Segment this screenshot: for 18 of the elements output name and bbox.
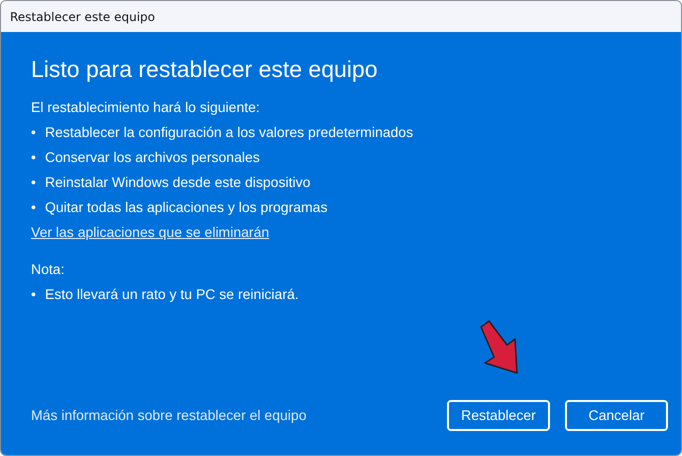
- dialog-heading: Listo para restablecer este equipo: [31, 56, 378, 83]
- bullet: •: [31, 199, 37, 217]
- note-text: Esto llevará un rato y tu PC se reiniciará.: [45, 286, 299, 304]
- list-item-text: Reinstalar Windows desde este dispositivo: [45, 174, 310, 192]
- window-title: Restablecer este equipo: [10, 10, 155, 24]
- list-item-text: Conservar los archivos personales: [45, 149, 260, 167]
- cancel-button[interactable]: Cancelar: [565, 400, 668, 430]
- list-item-text: Restablecer la configuración a los valores predeterminados: [45, 124, 414, 142]
- view-apps-link[interactable]: Ver las aplicaciones que se eliminarán: [31, 224, 270, 249]
- bullet: •: [31, 174, 37, 192]
- note-label: Nota:: [31, 261, 66, 279]
- bullet: •: [31, 286, 37, 304]
- intro-text: El restablecimiento hará lo siguiente:: [31, 99, 261, 117]
- bullet: •: [31, 149, 37, 167]
- more-info-link[interactable]: Más información sobre restablecer el equipo: [31, 407, 306, 423]
- bullet: •: [31, 124, 37, 142]
- reset-button[interactable]: Restablecer: [447, 400, 550, 430]
- list-item-text: Quitar todas las aplicaciones y los programas: [45, 199, 328, 217]
